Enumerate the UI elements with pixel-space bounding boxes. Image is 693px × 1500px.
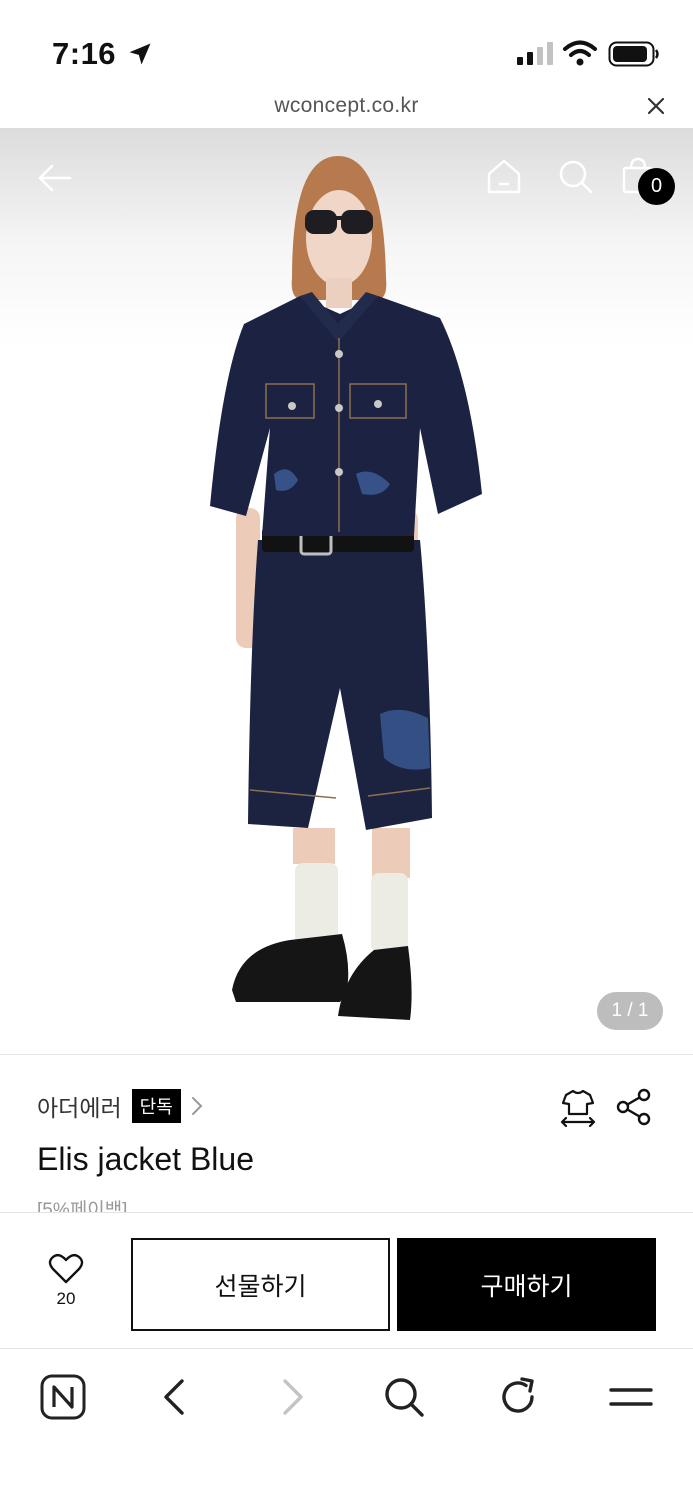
- search-icon[interactable]: [555, 156, 595, 196]
- location-arrow-icon: [129, 43, 151, 65]
- cellular-signal-icon: [517, 42, 553, 65]
- purchase-action-bar: 20 선물하기 구매하기: [0, 1212, 693, 1348]
- like-count: 20: [56, 1289, 76, 1308]
- product-image-carousel[interactable]: 0 1 / 1: [0, 128, 693, 1054]
- menu-icon[interactable]: [607, 1373, 655, 1421]
- product-info: 아더에러 단독 Elis jacket Blue [5%페이백]: [0, 1054, 693, 1214]
- exclusive-badge: 단독: [131, 1089, 181, 1123]
- product-title: Elis jacket Blue: [37, 1141, 254, 1177]
- back-arrow-icon[interactable]: [36, 158, 76, 198]
- image-page-indicator: 1 / 1: [597, 992, 663, 1030]
- status-bar: 7:16: [0, 0, 693, 90]
- like-button[interactable]: 20: [30, 1253, 102, 1317]
- chevron-right-icon[interactable]: [189, 1095, 205, 1117]
- status-time: 7:16: [52, 36, 117, 71]
- back-icon[interactable]: [152, 1373, 200, 1421]
- battery-icon: [608, 41, 659, 67]
- close-icon[interactable]: [644, 94, 668, 118]
- product-photo: [210, 156, 482, 1020]
- url-bar[interactable]: wconcept.co.kr: [0, 90, 693, 128]
- forward-icon: [283, 1379, 303, 1415]
- gift-button[interactable]: 선물하기: [131, 1238, 390, 1331]
- brand-name[interactable]: 아더에러: [37, 1089, 122, 1123]
- buy-button[interactable]: 구매하기: [397, 1238, 656, 1331]
- cart-count-badge[interactable]: 0: [638, 168, 675, 205]
- wifi-icon: [563, 40, 597, 66]
- naver-home-icon[interactable]: [39, 1373, 87, 1421]
- share-icon[interactable]: [614, 1087, 654, 1127]
- brand-link[interactable]: 아더에러 단독: [37, 1089, 205, 1123]
- home-icon[interactable]: [484, 156, 524, 196]
- size-guide-icon[interactable]: [558, 1087, 598, 1127]
- search-icon[interactable]: [380, 1373, 428, 1421]
- url-text[interactable]: wconcept.co.kr: [0, 94, 693, 118]
- heart-icon[interactable]: [48, 1253, 84, 1285]
- reload-icon[interactable]: [494, 1373, 542, 1421]
- browser-toolbar: [0, 1348, 693, 1500]
